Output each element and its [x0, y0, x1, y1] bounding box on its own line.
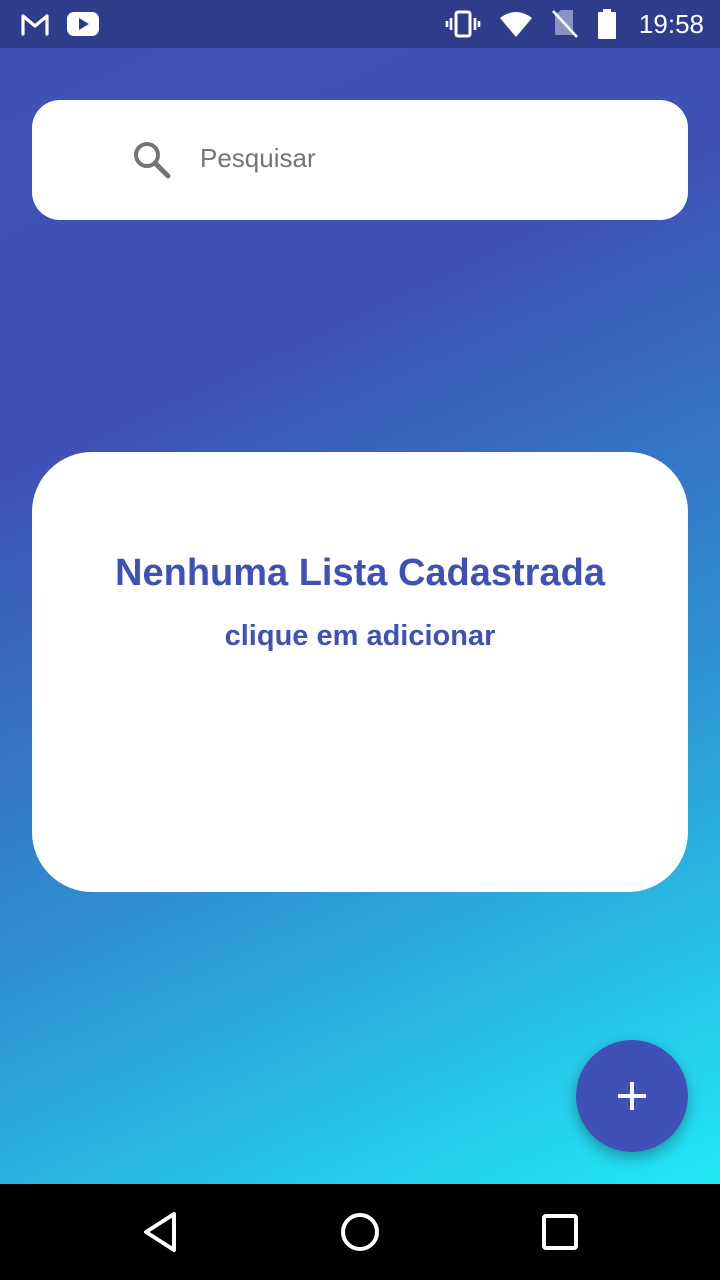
battery-icon	[597, 9, 617, 39]
gmail-icon	[20, 12, 50, 36]
app-screen: 19:58 Nenhuma Lista Cadastrada clique em…	[0, 0, 720, 1280]
nav-home-button[interactable]	[336, 1208, 384, 1256]
youtube-icon	[66, 11, 100, 37]
add-list-button[interactable]	[576, 1040, 688, 1152]
empty-state-title: Nenhuma Lista Cadastrada	[115, 552, 605, 594]
navigation-bar	[0, 1184, 720, 1280]
empty-state-subtitle: clique em adicionar	[224, 620, 496, 652]
plus-icon	[616, 1080, 648, 1112]
back-icon	[140, 1211, 180, 1253]
nav-back-button[interactable]	[136, 1208, 184, 1256]
home-icon	[339, 1211, 381, 1253]
status-right-icons: 19:58	[445, 0, 704, 48]
status-time: 19:58	[638, 8, 704, 39]
empty-state-card: Nenhuma Lista Cadastrada clique em adici…	[32, 452, 688, 892]
search-bar[interactable]	[32, 100, 688, 220]
nav-recents-button[interactable]	[536, 1208, 584, 1256]
search-input[interactable]	[200, 130, 660, 186]
status-bar: 19:58	[0, 0, 720, 48]
wifi-icon	[499, 10, 533, 38]
recents-icon	[541, 1213, 579, 1251]
no-sim-icon	[551, 9, 579, 39]
vibrate-icon	[445, 10, 481, 38]
search-icon	[130, 138, 174, 182]
status-left-icons	[20, 0, 100, 48]
